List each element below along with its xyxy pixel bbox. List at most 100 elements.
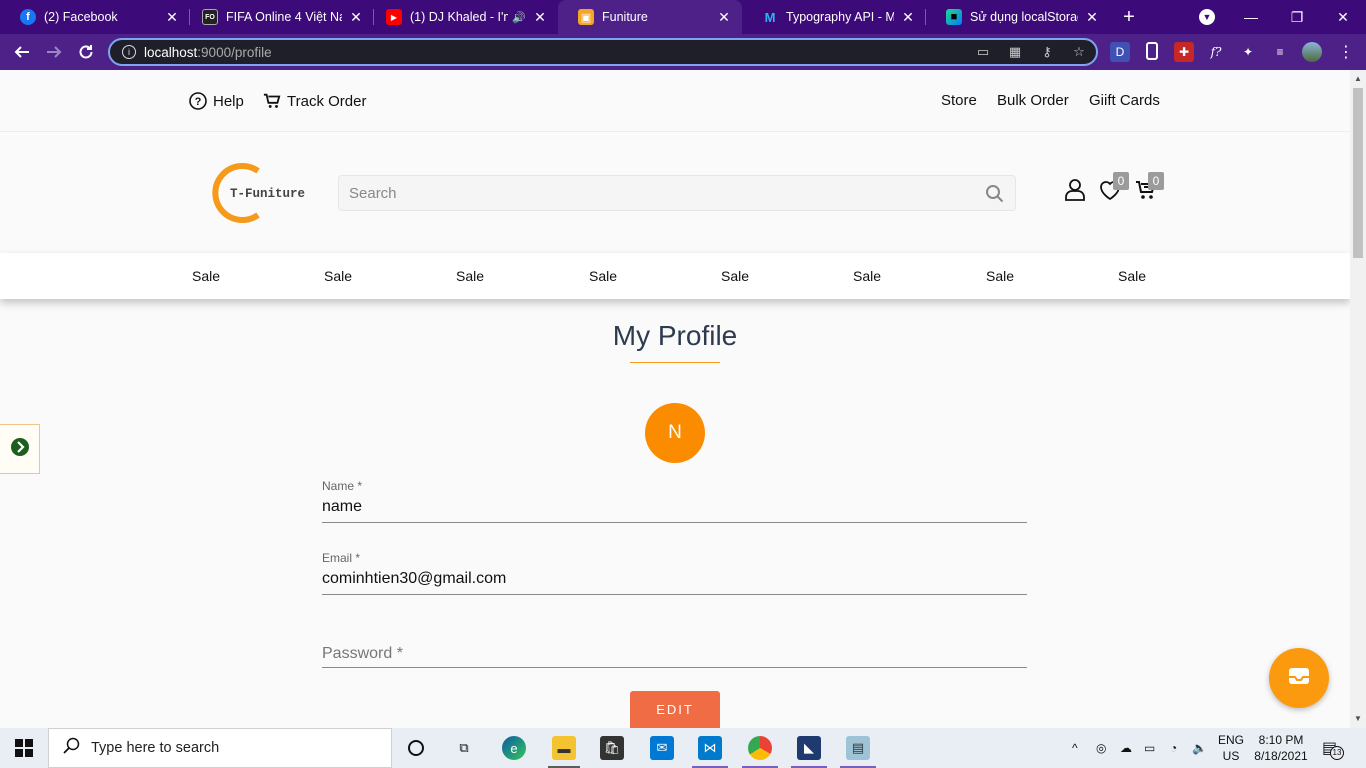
file-explorer-icon[interactable]: ▬	[552, 736, 576, 760]
battery-icon[interactable]: ▭	[1144, 728, 1155, 768]
task-view-icon[interactable]: ⧉	[452, 736, 476, 760]
key-icon[interactable]: ⚷	[1038, 43, 1056, 61]
site-info-icon[interactable]: i	[122, 45, 136, 59]
forward-button[interactable]	[42, 40, 66, 64]
category-item[interactable]: Sale	[440, 268, 500, 284]
email-field[interactable]: Email * cominhtien30@gmail.com	[322, 551, 1027, 595]
category-item[interactable]: Sale	[970, 268, 1030, 284]
show-hidden-icons[interactable]: ^	[1072, 728, 1078, 768]
browser-tab-strip: f (2) Facebook ✕ FO FIFA Online 4 Việt N…	[0, 0, 1366, 34]
close-icon[interactable]: ✕	[164, 9, 180, 25]
language-indicator[interactable]: ENG US	[1218, 732, 1244, 764]
store-icon[interactable]: 🛍	[600, 736, 624, 760]
clock-date: 8/18/2021	[1254, 749, 1308, 763]
bookmark-star-icon[interactable]: ☆	[1070, 43, 1088, 61]
reload-button[interactable]	[74, 40, 98, 64]
bulk-order-link[interactable]: Bulk Order	[997, 92, 1069, 109]
email-label: Email *	[322, 551, 361, 565]
wifi-icon[interactable]: ◔	[1170, 728, 1177, 768]
taskbar-search[interactable]: Type here to search	[48, 728, 392, 768]
email-input[interactable]: cominhtien30@gmail.com	[322, 570, 1027, 595]
browser-toolbar: i localhost:9000/profile ▭ ▦ ⚷ ☆ D ✚ f? …	[0, 34, 1366, 70]
search-icon[interactable]	[985, 184, 1005, 204]
site-logo[interactable]: T-Funiture	[198, 158, 310, 228]
edit-button[interactable]: EDIT	[630, 691, 720, 728]
tab-localstorage[interactable]: ■ Sử dụng localStorage ✕	[926, 0, 1110, 34]
tab-title: (2) Facebook	[44, 10, 118, 24]
category-item[interactable]: Sale	[837, 268, 897, 284]
extension-red-icon[interactable]: ✚	[1174, 42, 1194, 62]
category-item[interactable]: Sale	[705, 268, 765, 284]
gift-cards-link[interactable]: Giift Cards	[1089, 92, 1160, 109]
name-field[interactable]: Name * name	[322, 479, 1027, 523]
web-page: ? Help Track Order Store Bulk Order Giif…	[0, 70, 1350, 728]
speaker-icon[interactable]: 🔊	[512, 11, 526, 24]
category-item[interactable]: Sale	[176, 268, 236, 284]
search-input[interactable]	[339, 176, 959, 210]
cast-icon[interactable]: ▭	[974, 43, 992, 61]
chrome-icon[interactable]	[748, 736, 772, 760]
category-item[interactable]: Sale	[573, 268, 633, 284]
category-item[interactable]: Sale	[1102, 268, 1162, 284]
tab-funiture[interactable]: ▣ Funiture ✕	[558, 0, 742, 34]
side-drawer-toggle[interactable]	[0, 424, 40, 474]
close-icon[interactable]: ✕	[1084, 9, 1100, 25]
chevron-right-circle-icon	[10, 437, 30, 462]
notification-center-icon[interactable]: ▤ 13	[1322, 728, 1344, 768]
title-underline	[630, 362, 720, 363]
mail-icon[interactable]: ✉	[650, 736, 674, 760]
extensions-puzzle-icon[interactable]: ✦	[1238, 42, 1258, 62]
tab-typography[interactable]: M Typography API - Mat ✕	[742, 0, 926, 34]
restore-button[interactable]: ❐	[1274, 0, 1320, 34]
tab-search-icon[interactable]: ▼	[1184, 0, 1230, 34]
chat-fab-button[interactable]	[1269, 648, 1329, 708]
windows-taskbar: Type here to search ⧉ e ▬ 🛍 ✉ ⋈ ◣ ▤ ^ ◎ …	[0, 728, 1366, 768]
sql-server-icon[interactable]: ◣	[797, 736, 821, 760]
vscode-icon[interactable]: ⋈	[698, 736, 722, 760]
close-icon[interactable]: ✕	[716, 9, 732, 25]
qr-code-icon[interactable]: ▦	[1006, 43, 1024, 61]
minimize-button[interactable]: —	[1228, 0, 1274, 34]
back-button[interactable]	[10, 40, 34, 64]
user-icon[interactable]	[1063, 178, 1087, 202]
page-scrollbar[interactable]: ▲ ▼	[1350, 70, 1366, 728]
notepad-icon[interactable]: ▤	[846, 736, 870, 760]
close-icon[interactable]: ✕	[900, 9, 916, 25]
name-input[interactable]: name	[322, 498, 1027, 523]
tab-fifa[interactable]: FO FIFA Online 4 Việt Nam ✕	[182, 0, 374, 34]
device-icon[interactable]	[1146, 42, 1158, 60]
password-field[interactable]: Password *	[322, 645, 1027, 668]
cortana-icon[interactable]	[404, 736, 428, 760]
password-input[interactable]: Password *	[322, 645, 1027, 668]
close-icon[interactable]: ✕	[532, 9, 548, 25]
reading-list-icon[interactable]: ≡	[1270, 42, 1290, 62]
system-clock[interactable]: 8:10 PM 8/18/2021	[1252, 732, 1310, 764]
volume-icon[interactable]: 🔈	[1192, 728, 1207, 768]
jetbrains-icon: ■	[946, 9, 962, 25]
onedrive-icon[interactable]: ☁	[1120, 728, 1132, 768]
close-icon[interactable]: ✕	[348, 9, 364, 25]
store-link[interactable]: Store	[941, 92, 977, 109]
track-order-link[interactable]: Track Order	[263, 92, 366, 110]
edge-icon[interactable]: e	[502, 736, 526, 760]
close-window-button[interactable]: ✕	[1320, 0, 1366, 34]
extension-d-icon[interactable]: D	[1110, 42, 1130, 62]
material-ui-icon: M	[764, 9, 776, 25]
profile-avatar-icon[interactable]	[1302, 42, 1322, 62]
help-link[interactable]: ? Help	[189, 92, 244, 110]
menu-dots-icon[interactable]: ⋮	[1336, 42, 1356, 62]
category-item[interactable]: Sale	[308, 268, 368, 284]
scrollbar-thumb[interactable]	[1353, 88, 1363, 258]
new-tab-button[interactable]: +	[1118, 6, 1140, 28]
site-icon: ▣	[578, 9, 594, 25]
tab-facebook[interactable]: f (2) Facebook ✕	[0, 0, 190, 34]
windows-start-icon[interactable]	[0, 728, 48, 768]
font-finder-icon[interactable]: f?	[1206, 42, 1226, 62]
tab-youtube[interactable]: ▶ (1) DJ Khaled - I'm 🔊 ✕	[366, 0, 558, 34]
address-bar[interactable]: i localhost:9000/profile ▭ ▦ ⚷ ☆	[108, 38, 1098, 66]
inbox-icon	[1288, 667, 1310, 690]
utility-bar: ? Help Track Order Store Bulk Order Giif…	[0, 70, 1350, 132]
meet-now-icon[interactable]: ◎	[1096, 728, 1106, 768]
store-label: Store	[941, 92, 977, 109]
search-box[interactable]	[338, 175, 1016, 211]
